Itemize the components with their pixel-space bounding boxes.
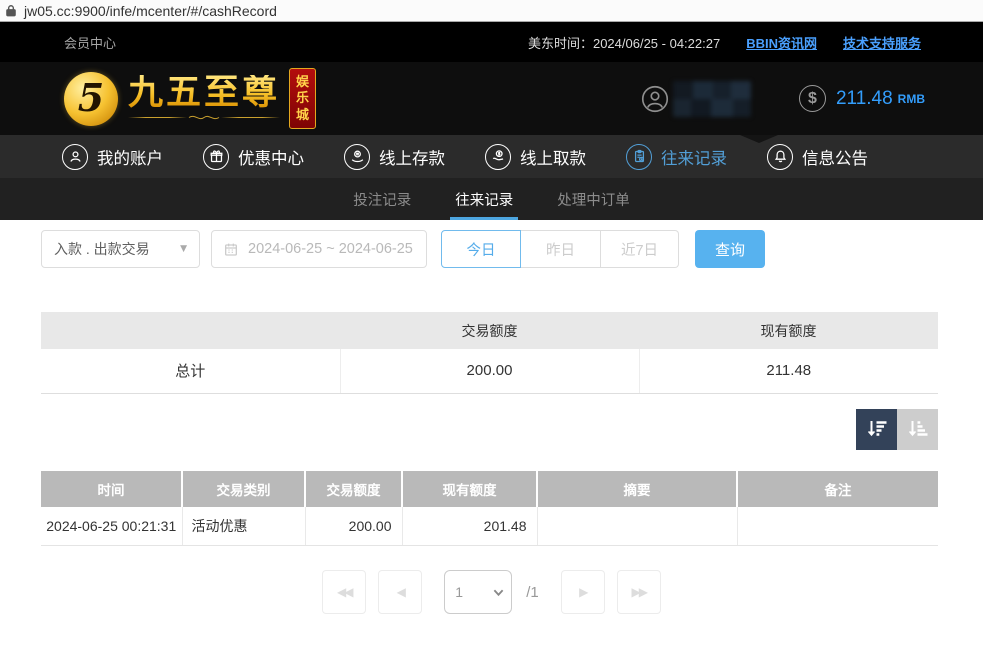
sort-descending-icon (865, 417, 889, 441)
summary-total-label: 总计 (41, 349, 340, 393)
summary-total-balance: 211.48 (639, 349, 938, 393)
yesterday-button[interactable]: 昨日 (521, 230, 601, 268)
summary-header-balance: 现有额度 (639, 312, 938, 349)
member-center-label: 会员中心 (64, 33, 116, 52)
cell-summary (537, 507, 737, 546)
blurred-username[interactable] (673, 81, 751, 117)
right-arrow-icon: ▶ (579, 585, 586, 599)
quick-date-group: 今日 昨日 近7日 (441, 230, 679, 268)
user-avatar-icon[interactable] (641, 85, 669, 113)
summary-header-empty (41, 312, 340, 349)
date-range-value: 2024-06-25 ~ 2024-06-25 (248, 241, 413, 257)
active-tab-underline (450, 217, 518, 220)
browser-address-bar[interactable]: jw05.cc:9900/infe/mcenter/#/cashRecord (0, 0, 983, 22)
search-button[interactable]: 查询 (695, 230, 765, 268)
pagination: ◀◀ ◀ 1 /1 ▶ ▶▶ (0, 570, 983, 614)
next-page-button[interactable]: ▶ (561, 570, 605, 614)
sort-descending-button[interactable] (856, 409, 897, 450)
type-select-value: 入款 . 出款交易 (54, 239, 150, 259)
nav-my-account[interactable]: 我的账户 (62, 144, 163, 170)
summary-total-transaction: 200.00 (340, 349, 639, 393)
today-button[interactable]: 今日 (441, 230, 521, 268)
eastern-time-label: 美东时间：2024/06/25 - 04:22:27 (528, 33, 720, 52)
page-select[interactable]: 1 (444, 570, 512, 614)
col-note: 备注 (737, 471, 938, 507)
col-transaction-amount: 交易额度 (305, 471, 402, 507)
double-right-arrow-icon: ▶▶ (632, 585, 646, 599)
logo-flourish-icon (128, 113, 280, 122)
first-page-button[interactable]: ◀◀ (322, 570, 366, 614)
sort-ascending-button[interactable] (897, 409, 938, 450)
top-bar: 会员中心 美东时间：2024/06/25 - 04:22:27 BBIN资讯网 … (0, 22, 983, 62)
cell-balance: 201.48 (402, 507, 537, 546)
balance-area[interactable]: $ 211.48 RMB (799, 85, 925, 112)
lock-icon (4, 4, 18, 18)
bbin-news-link[interactable]: BBIN资讯网 (746, 33, 817, 52)
nav-transaction-records[interactable]: 往来记录 (626, 144, 727, 170)
tab-pending-orders[interactable]: 处理中订单 (552, 178, 635, 220)
records-clipboard-icon (626, 144, 652, 170)
table-row: 2024-06-25 00:21:31 活动优惠 200.00 201.48 (41, 507, 938, 546)
last-page-button[interactable]: ▶▶ (617, 570, 661, 614)
col-summary: 摘要 (537, 471, 737, 507)
nav-label: 往来记录 (661, 145, 727, 169)
nav-promo-center[interactable]: 优惠中心 (203, 144, 304, 170)
nav-label: 线上存款 (379, 145, 445, 169)
nav-online-withdraw[interactable]: 线上取款 (485, 144, 586, 170)
tab-bet-records[interactable]: 投注记录 (348, 178, 416, 220)
header-pointer-notch (740, 135, 778, 143)
site-logo[interactable]: 5 九五至尊 娱乐城 (64, 68, 316, 129)
left-arrow-icon: ◀ (397, 585, 404, 599)
prev-page-button[interactable]: ◀ (378, 570, 422, 614)
bell-icon (767, 144, 793, 170)
date-range-input[interactable]: 2024-06-25 ~ 2024-06-25 (211, 230, 427, 268)
nav-label: 线上取款 (520, 145, 586, 169)
sort-row (0, 409, 938, 450)
total-pages-label: /1 (526, 584, 539, 601)
logo-title: 九五至尊 (128, 75, 280, 110)
last7days-button[interactable]: 近7日 (601, 230, 679, 268)
logo-text-wrap: 九五至尊 (128, 75, 280, 122)
summary-total-row: 总计 200.00 211.48 (41, 349, 938, 393)
tab-transaction-records[interactable]: 往来记录 (450, 178, 518, 220)
sub-nav: 投注记录 往来记录 处理中订单 (0, 178, 983, 220)
filter-row: 入款 . 出款交易 ▼ 2024-06-25 ~ 2024-06-25 今日 昨… (41, 230, 983, 268)
cell-time: 2024-06-25 00:21:31 (41, 507, 182, 546)
logo-badge: 娱乐城 (289, 68, 316, 129)
site-header: 5 九五至尊 娱乐城 $ 211.48 RMB (0, 62, 983, 135)
balance-currency: RMB (898, 92, 925, 106)
records-table: 时间 交易类别 交易额度 现有额度 摘要 备注 2024-06-25 00:21… (41, 471, 938, 547)
hand-coin-icon (344, 144, 370, 170)
hand-dollar-icon (485, 144, 511, 170)
cell-type: 活动优惠 (182, 507, 305, 546)
summary-table: 交易额度 现有额度 总计 200.00 211.48 (41, 312, 938, 394)
page-select-wrap: 1 (444, 570, 512, 614)
col-time: 时间 (41, 471, 182, 507)
summary-header-transaction: 交易额度 (340, 312, 639, 349)
double-left-arrow-icon: ◀◀ (337, 585, 351, 599)
nav-label: 信息公告 (802, 145, 868, 169)
logo-mark-icon: 5 (64, 72, 118, 126)
nav-label: 优惠中心 (238, 145, 304, 169)
transaction-type-select[interactable]: 入款 . 出款交易 ▼ (41, 230, 200, 268)
caret-down-icon: ▼ (180, 244, 187, 254)
user-icon (62, 144, 88, 170)
col-current-balance: 现有额度 (402, 471, 537, 507)
dollar-coin-icon: $ (799, 85, 826, 112)
col-transaction-type: 交易类别 (182, 471, 305, 507)
user-account-area: $ 211.48 RMB (641, 81, 925, 117)
nav-announcements[interactable]: 信息公告 (767, 144, 868, 170)
main-nav: 我的账户 优惠中心 线上存款 线上取款 (0, 135, 983, 178)
balance-amount: 211.48 (836, 88, 893, 110)
top-bar-right: 美东时间：2024/06/25 - 04:22:27 BBIN资讯网 技术支持服… (528, 33, 921, 52)
nav-online-deposit[interactable]: 线上存款 (344, 144, 445, 170)
nav-label: 我的账户 (97, 145, 163, 169)
cell-amount: 200.00 (305, 507, 402, 546)
cell-note (737, 507, 938, 546)
calendar-icon (223, 241, 239, 257)
gift-icon (203, 144, 229, 170)
sort-ascending-icon (906, 417, 930, 441)
page-url: jw05.cc:9900/infe/mcenter/#/cashRecord (24, 3, 277, 19)
tech-support-link[interactable]: 技术支持服务 (843, 33, 921, 52)
